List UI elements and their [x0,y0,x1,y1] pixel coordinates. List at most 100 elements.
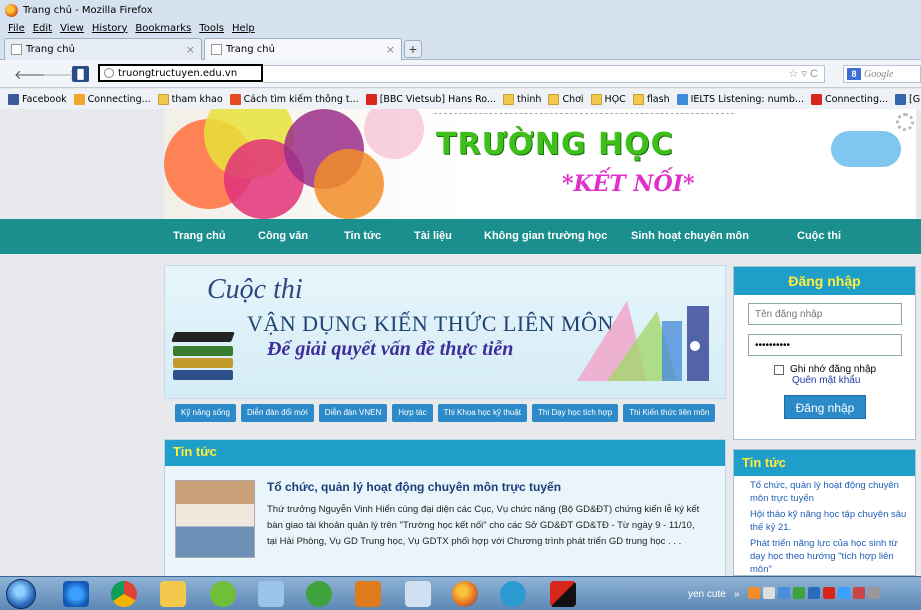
category-ky-nang-song[interactable]: Kỹ năng sống [175,404,236,422]
contest-banner[interactable]: Cuộc thi VẬN DỤNG KIẾN THỨC LIÊN MÔN Để … [164,265,726,399]
menu-tools[interactable]: Tools [199,23,224,34]
nav-cuoc-thi[interactable]: Cuộc thi [797,230,841,242]
firefox-icon[interactable] [452,581,478,607]
news-title-link[interactable]: Tổ chức, quản lý hoạt động chuyên môn tr… [267,480,561,494]
page-icon [211,44,222,55]
side-news-link[interactable]: Phát triển năng lực của học sinh từ dạy … [734,534,915,575]
bookmark-label: Cách tìm kiếm thông t... [243,93,359,105]
menu-history[interactable]: History [92,23,128,34]
contest-title: Cuộc thi [207,274,303,305]
window-title: Trang chủ - Mozilla Firefox [23,4,153,16]
folder-icon [157,93,169,105]
url-text[interactable]: truongtructuyen.edu.vn [118,68,237,79]
connecting-icon [73,93,85,105]
nav-tai-lieu[interactable]: Tài liệu [414,230,452,242]
bookmark-label: tham khao [171,93,223,105]
windows-taskbar: yen cute » [0,576,921,610]
url-bar[interactable]: truongtructuyen.edu.vn [98,64,263,82]
tray-icon[interactable] [778,587,790,599]
folder-icon [632,93,644,105]
folder-icon [503,93,514,105]
close-tab-icon[interactable]: × [186,43,195,56]
folder-icon [548,93,560,105]
nav-tin-tuc[interactable]: Tin tức [344,230,381,242]
menu-bar: File Edit View History Bookmarks Tools H… [0,20,921,36]
tray-icon[interactable] [808,587,820,599]
tray-icon[interactable] [823,587,835,599]
web-page: TRƯỜNG HỌC *KẾT NỐI* Trang chủ Công văn … [0,109,921,576]
tab-label: Trang chủ [226,44,275,55]
url-bar-extension[interactable]: ☆ ▿ C [263,65,825,83]
volume-icon[interactable] [868,587,880,599]
decor-circle [314,149,384,219]
tab-trang-chu-2[interactable]: Trang chủ × [204,38,402,60]
side-news-link[interactable]: Tổ chức, quản lý hoạt động chuyên môn tr… [734,476,915,505]
password-field[interactable] [748,334,902,356]
media-player-icon[interactable] [355,581,381,607]
bookmark-facebook[interactable]: Facebook [8,93,67,105]
bookmark-connecting-2[interactable]: Connecting... [811,93,889,105]
tray-icon[interactable] [793,587,805,599]
category-thi-kien-thuc-lien-mon[interactable]: Thi Kiến thức liên môn [623,404,716,422]
tray-icon[interactable] [853,587,865,599]
bookmark-label: Connecting... [825,93,889,105]
user-name: yen cute [688,588,726,600]
remember-checkbox[interactable] [774,365,784,375]
app-icon[interactable] [500,581,526,607]
category-thi-khoa-hoc-ky-thuat[interactable]: Thi Khoa học kỹ thuật [437,404,528,422]
start-button[interactable] [6,579,36,609]
bookmark-connecting[interactable]: Connecting... [73,93,151,105]
app-icon[interactable] [306,581,332,607]
bookmark-cach-tim-kiem[interactable]: Cách tìm kiếm thông t... [229,93,359,105]
system-tray: yen cute » [688,577,739,610]
site-identity-icon[interactable]: ▐▌ [72,66,89,82]
login-button[interactable]: Đăng nhập [784,395,866,419]
bookmark-bbc-vietsub[interactable]: [BBC Vietsub] Hans Ro... [365,93,496,105]
category-thi-day-hoc-tich-hop[interactable]: Thi Dạy học tích hợp [532,404,619,422]
kaspersky-icon[interactable] [550,581,576,607]
chrome-icon[interactable] [111,581,137,607]
news-header: Tin tức [165,440,725,466]
bookmark-ielts[interactable]: IELTS Listening: numb... [676,93,804,105]
forgot-password-link[interactable]: Quên mật khẩu [792,375,860,386]
username-field[interactable] [748,303,902,325]
menu-edit[interactable]: Edit [33,23,52,34]
bookmark-choi[interactable]: Chơi [548,93,584,105]
nav-sinh-hoat-chuyen-mon[interactable]: Sinh hoạt chuyên môn [631,230,749,242]
menu-bookmarks[interactable]: Bookmarks [135,23,191,34]
search-bar[interactable]: 8 Google [843,65,921,83]
google-search-engine-icon[interactable]: 8 [847,68,861,80]
bookmark-thinh[interactable]: thinh [503,93,541,105]
app-icon[interactable] [258,581,284,607]
menu-help[interactable]: Help [232,23,255,34]
site-banner[interactable]: TRƯỜNG HỌC *KẾT NỐI* [164,109,916,219]
nav-khong-gian-truong-hoc[interactable]: Không gian trường học [484,230,607,242]
menu-file[interactable]: File [8,23,25,34]
remember-label: Ghi nhớ đăng nhập [790,364,877,375]
internet-explorer-icon[interactable] [63,581,89,607]
bookmark-hoc[interactable]: HỌC [590,93,626,105]
category-dien-dan-vnen[interactable]: Diễn đàn VNEN [318,404,388,422]
app-icon[interactable] [405,581,431,607]
category-dien-dan-doi-moi[interactable]: Diễn đàn đổi mới [240,404,314,422]
side-news-link[interactable]: Hội thảo kỹ năng học tập chuyên sâu thế … [734,505,915,534]
bookmark-flash[interactable]: flash [632,93,670,105]
news-thumbnail[interactable] [175,480,255,558]
close-tab-icon[interactable]: × [386,43,395,56]
bookmark-tham-khao[interactable]: tham khao [157,93,223,105]
tray-icon[interactable] [838,587,850,599]
category-hop-tac[interactable]: Hợp tác [392,404,433,422]
menu-view[interactable]: View [60,23,84,34]
bookmark-star-icon[interactable]: ☆ ▿ C [789,67,818,80]
folder-icon[interactable] [160,581,186,607]
tab-trang-chu-1[interactable]: Trang chủ × [4,38,202,60]
tray-chevron-icon[interactable]: » [734,589,740,600]
tray-icon[interactable] [748,587,760,599]
remember-me[interactable]: Ghi nhớ đăng nhập [774,364,876,375]
bookmark-giai-quyet[interactable]: [Giải quyết] [Xóa [895,93,921,105]
tray-icon[interactable] [763,587,775,599]
new-tab-button[interactable]: + [404,40,422,58]
app-icon[interactable] [210,581,236,607]
nav-cong-van[interactable]: Công văn [258,230,308,242]
nav-trang-chu[interactable]: Trang chủ [173,230,226,242]
